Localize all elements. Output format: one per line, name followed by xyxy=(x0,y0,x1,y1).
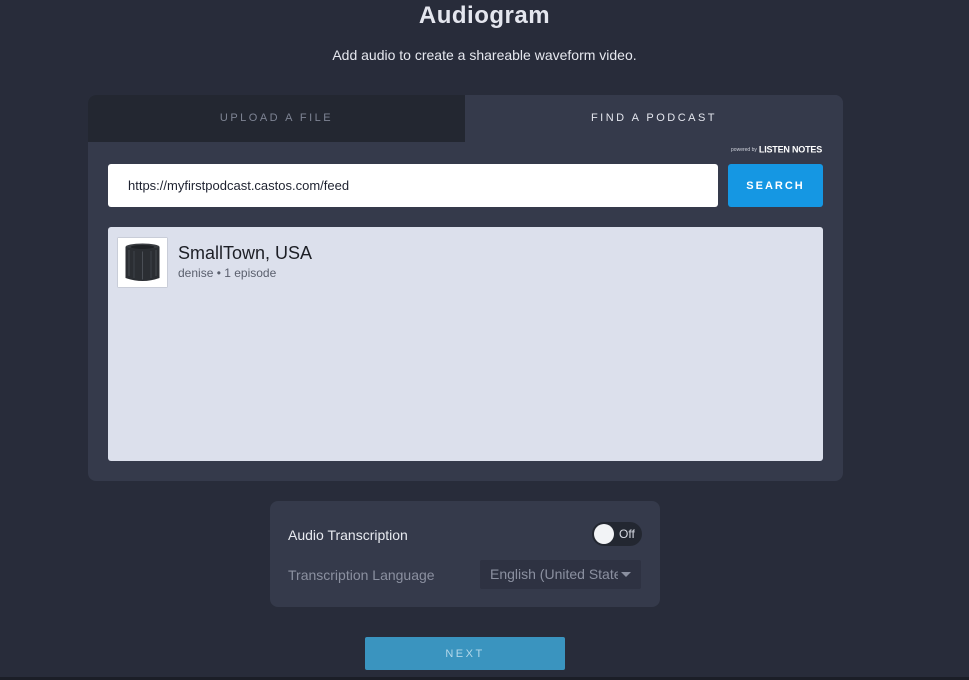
page-subtitle: Add audio to create a shareable waveform… xyxy=(332,47,637,63)
powered-by-listen-notes[interactable]: powered by LISTEN NOTES xyxy=(731,144,822,155)
next-button[interactable]: NEXT xyxy=(365,637,565,670)
audiogram-page: Audiogram Add audio to create a shareabl… xyxy=(0,0,969,680)
podcast-name: SmallTown, USA xyxy=(178,243,313,263)
chevron-down-icon xyxy=(621,572,631,577)
podcast-meta: denise • 1 episode xyxy=(178,266,277,280)
search-results-list: SmallTown, USA denise • 1 episode xyxy=(108,227,823,461)
audio-transcription-toggle[interactable]: Off xyxy=(592,522,642,546)
podcast-thumbnail xyxy=(117,237,168,288)
language-selected-value: English (United States) xyxy=(490,566,618,582)
page-title: Audiogram xyxy=(418,2,551,29)
tab-find-a-podcast[interactable]: FIND A PODCAST xyxy=(465,95,843,142)
tab-upload-a-file[interactable]: UPLOAD A FILE xyxy=(88,95,465,142)
powered-by-prefix: powered by xyxy=(731,146,757,153)
toggle-knob xyxy=(594,524,614,544)
transcription-language-select[interactable]: English (United States) xyxy=(480,560,641,589)
audio-transcription-label: Audio Transcription xyxy=(288,527,408,543)
toggle-state-label: Off xyxy=(619,527,635,541)
search-button[interactable]: SEARCH xyxy=(728,164,823,207)
microphone-windscreen-icon xyxy=(118,238,167,287)
transcription-language-label: Transcription Language xyxy=(288,567,435,583)
podcast-search-input[interactable] xyxy=(108,164,718,207)
audio-source-card: UPLOAD A FILE FIND A PODCAST powered by L… xyxy=(88,95,843,481)
listen-notes-logo: LISTEN NOTES xyxy=(758,144,822,155)
podcast-result-item[interactable]: SmallTown, USA denise • 1 episode xyxy=(117,237,814,288)
transcription-settings-panel: Audio Transcription Off Transcription La… xyxy=(270,501,660,607)
